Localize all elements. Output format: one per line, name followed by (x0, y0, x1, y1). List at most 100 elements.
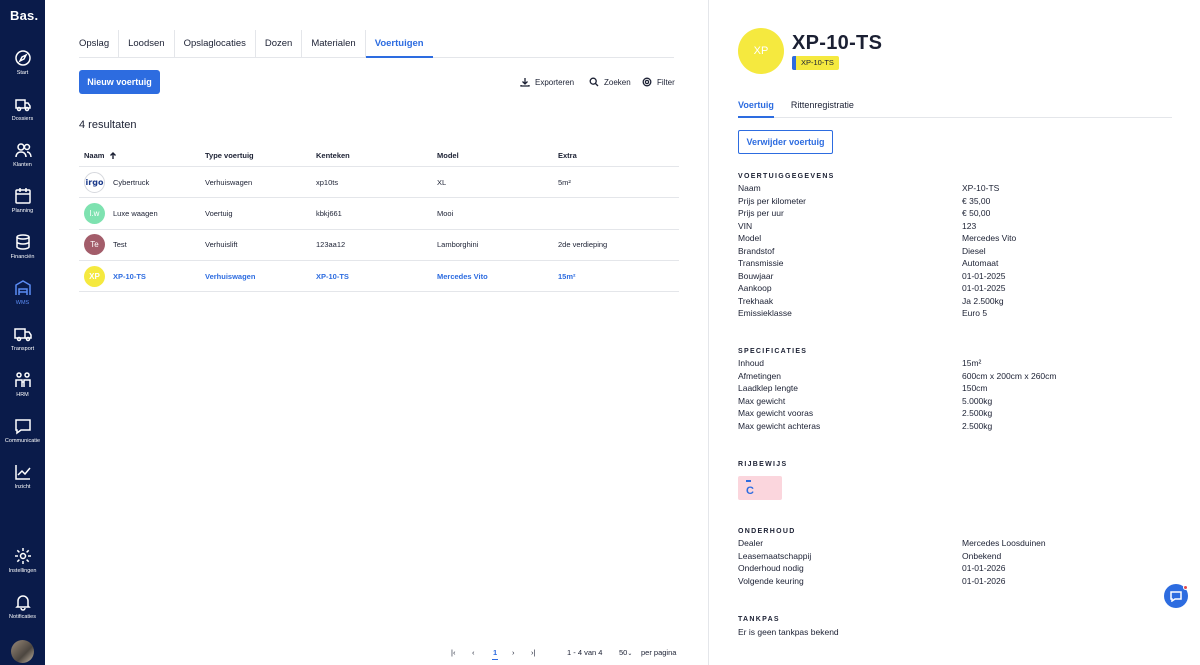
maintenance-list: Dealer Mercedes Loosduinen Leasemaatschap… (738, 538, 1178, 588)
cell-plate: XP-10-TS (316, 271, 349, 281)
sidebar-item-wms[interactable]: WMS (0, 279, 45, 306)
tab-dozen[interactable]: Dozen (256, 30, 303, 58)
cell-model: Lamborghini (437, 240, 479, 250)
section-title-rijbewijs: RIJBEWIJS (738, 461, 788, 468)
tab-voertuig[interactable]: Voertuig (738, 96, 774, 118)
sidebar-item-planning[interactable]: Planning (0, 187, 45, 214)
sidebar-item-label: Transport (10, 346, 35, 352)
column-header-model[interactable]: Model (437, 151, 558, 160)
sidebar-item-instellingen[interactable]: Instellingen (0, 547, 45, 574)
sidebar-item-label: Financiën (10, 254, 35, 260)
table-row[interactable]: Te Test Verhuislift 123aa12 Lamborghini … (79, 230, 679, 261)
cell-name: l.w Luxe waagen (79, 202, 205, 224)
tab-loodsen[interactable]: Loodsen (119, 30, 175, 58)
avatar: Te (84, 234, 105, 256)
cell-extra: 2de verdieping (558, 240, 608, 250)
sidebar-item-dossiers[interactable]: Dossiers (0, 95, 45, 122)
cell-type: Voertuig (205, 208, 233, 218)
detail-row: Max gewicht achteras 2.500kg (738, 420, 993, 431)
column-header-naam[interactable]: Naam (79, 151, 205, 160)
tab-opslaglocaties[interactable]: Opslaglocaties (175, 30, 256, 58)
vehicle-name: Luxe waagen (113, 208, 158, 218)
table-row-selected[interactable]: XP XP-10-TS Verhuiswagen XP-10-TS Merced… (79, 261, 679, 293)
cell-name: Te Test (79, 234, 205, 256)
bell-icon (14, 595, 31, 611)
chat-icon (14, 419, 31, 435)
vehicle-name: Test (113, 240, 127, 250)
export-button[interactable]: Exporteren (520, 77, 574, 87)
search-icon (589, 77, 599, 87)
vehicle-name: XP-10-TS (113, 271, 146, 281)
sidebar-item-transport[interactable]: Transport (0, 325, 45, 352)
per-page-select[interactable]: 50⌄ (619, 648, 632, 657)
cell-model: Mooi (437, 208, 454, 218)
gear-icon (642, 77, 652, 87)
sidebar-item-hrm[interactable]: HRM (0, 371, 45, 398)
search-button[interactable]: Zoeken (589, 77, 631, 87)
sidebar-item-label: Inzicht (14, 484, 31, 490)
column-header-extra[interactable]: Extra (558, 151, 658, 160)
cell-name: irgo Cybertruck (79, 171, 205, 193)
cell-plate: 123aa12 (316, 240, 346, 250)
detail-row: Bouwjaar 01-01-2025 (738, 270, 1006, 281)
gear-icon (14, 548, 31, 564)
avatar: XP (84, 265, 105, 287)
sidebar-item-financien[interactable]: Financiën (0, 233, 45, 260)
detail-row: Model Mercedes Vito (738, 233, 1017, 243)
vehicle-detail-panel: XP XP-10-TS XP-10-TS Voertuig Rittenregi… (708, 0, 1200, 665)
logo[interactable]: Bas. (10, 8, 38, 23)
sidebar-item-label: WMS (15, 300, 30, 306)
detail-row: Transmissie Automaat (738, 258, 999, 268)
search-label: Zoeken (604, 77, 631, 87)
export-label: Exporteren (535, 77, 575, 87)
user-avatar[interactable] (11, 640, 34, 663)
tank-card-text: Er is geen tankpas bekend (738, 627, 839, 637)
vehicle-table: Naam Type voertuig Kenteken Model Extra … (79, 145, 679, 293)
detail-row: Max gewicht 5.000kg (738, 395, 993, 406)
delete-vehicle-button[interactable]: Verwijder voertuig (738, 130, 833, 154)
sidebar-item-klanten[interactable]: Klanten (0, 141, 45, 168)
column-header-type[interactable]: Type voertuig (205, 151, 316, 160)
table-row[interactable]: l.w Luxe waagen Voertuig kbkj661 Mooi (79, 198, 679, 230)
avatar: irgo (84, 171, 105, 193)
last-page-icon[interactable]: ›| (531, 648, 535, 657)
arrow-up-icon (110, 151, 117, 159)
transport-icon (13, 328, 32, 342)
detail-row: Leasemaatschappij Onbekend (738, 550, 1002, 561)
column-header-kenteken[interactable]: Kenteken (316, 151, 437, 160)
chat-button[interactable] (1164, 584, 1188, 608)
sidebar-item-communicatie[interactable]: Communicatie (0, 417, 45, 444)
sidebar: Bas. Start Dossiers Klanten Planning Fin… (0, 0, 45, 665)
prev-page-icon[interactable]: ‹ (472, 648, 475, 657)
chat-bubble-icon (1170, 591, 1182, 602)
sidebar-item-label: Start (16, 70, 29, 76)
cell-extra: 5m² (558, 177, 571, 187)
download-icon (520, 78, 530, 87)
app: Bas. Start Dossiers Klanten Planning Fin… (0, 0, 1200, 665)
table-row[interactable]: irgo Cybertruck Verhuiswagen xp10ts XL 5… (79, 167, 679, 199)
page-current[interactable]: 1 (492, 648, 499, 660)
license-flag (746, 480, 751, 482)
detail-row: Volgende keuring 01-01-2026 (738, 575, 1006, 586)
filter-button[interactable]: Filter (642, 77, 675, 87)
sidebar-item-label: Dossiers (11, 116, 34, 122)
vehicle-avatar: XP (738, 28, 784, 74)
license-badge: C (738, 476, 782, 500)
sidebar-item-start[interactable]: Start (0, 49, 45, 76)
detail-row: VIN 123 (738, 220, 977, 231)
notification-dot (1183, 585, 1188, 590)
detail-row: Afmetingen 600cm x 200cm x 260cm (738, 370, 1057, 381)
tab-voertuigen[interactable]: Voertuigen (365, 30, 433, 58)
new-vehicle-button[interactable]: Nieuw voertuig (79, 70, 160, 94)
sidebar-item-notificaties[interactable]: Notificaties (0, 593, 45, 620)
tab-opslag[interactable]: Opslag (79, 30, 120, 58)
tab-rittenregistratie[interactable]: Rittenregistratie (791, 96, 854, 118)
cell-type: Verhuiswagen (205, 271, 256, 281)
sidebar-item-inzicht[interactable]: Inzicht (0, 463, 45, 490)
next-page-icon[interactable]: › (512, 648, 515, 657)
specifications-list: Inhoud 15m² Afmetingen 600cm x 200cm x 260… (738, 358, 1178, 433)
sidebar-item-label: Communicatie (4, 438, 41, 444)
sidebar-item-label: Notificaties (9, 614, 36, 620)
first-page-icon[interactable]: |‹ (451, 648, 455, 657)
tab-materialen[interactable]: Materialen (302, 30, 366, 58)
